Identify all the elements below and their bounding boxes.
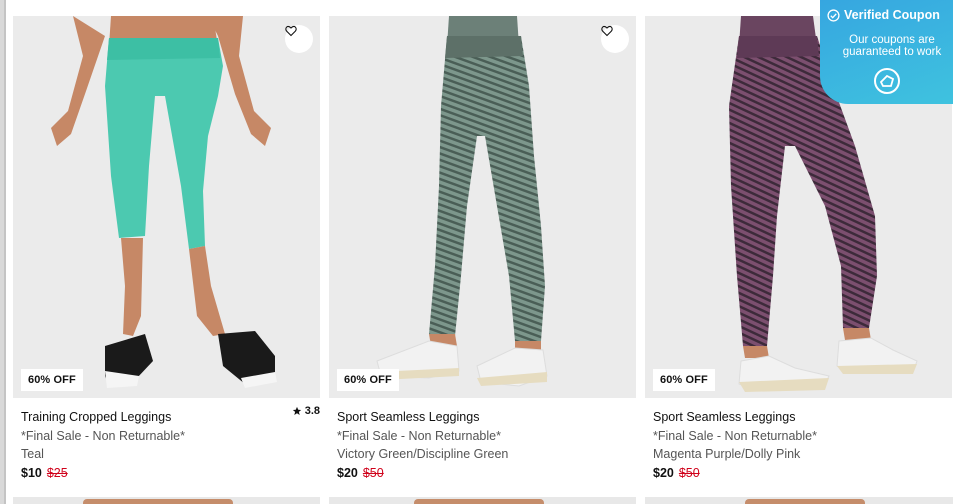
original-price: $50 [678, 465, 700, 480]
verified-coupon-popup[interactable]: Verified Coupon Our coupons are guarante… [820, 0, 953, 104]
product-card[interactable]: 60% OFF Sport Seamless Leggings *Final S… [329, 16, 636, 504]
wishlist-button[interactable] [285, 25, 313, 53]
sale-price: $20 [653, 465, 674, 480]
product-name[interactable]: Training Cropped Leggings [21, 408, 321, 427]
left-edge-scrollbar [0, 0, 6, 504]
product-info: Sport Seamless Leggings *Final Sale - No… [653, 408, 953, 482]
product-color: Victory Green/Discipline Green [337, 447, 509, 461]
next-row-image-content [83, 499, 233, 504]
product-name[interactable]: Sport Seamless Leggings [653, 408, 953, 427]
product-note: *Final Sale - Non Returnable* [21, 428, 185, 443]
discount-badge: 60% OFF [653, 369, 715, 391]
product-card[interactable]: 60% OFF 3.8 Training Cropped Leggings *F… [13, 16, 320, 504]
product-note: *Final Sale - Non Returnable* [653, 428, 817, 443]
wishlist-button[interactable] [601, 25, 629, 53]
heart-icon [601, 25, 613, 37]
product-image[interactable]: 60% OFF [329, 16, 636, 398]
next-row-product-image[interactable] [329, 497, 636, 504]
product-note: *Final Sale - Non Returnable* [337, 428, 501, 443]
product-info: Sport Seamless Leggings *Final Sale - No… [337, 408, 637, 482]
original-price: $50 [362, 465, 384, 480]
sale-price: $20 [337, 465, 358, 480]
discount-badge: 60% OFF [337, 369, 399, 391]
coupon-title-text: Verified Coupon [844, 8, 940, 22]
product-name[interactable]: Sport Seamless Leggings [337, 408, 637, 427]
green-leggings-illustration [376, 16, 548, 387]
discount-badge: 60% OFF [21, 369, 83, 391]
coupon-title: Verified Coupon [827, 8, 940, 22]
product-image[interactable]: 60% OFF [13, 16, 320, 398]
next-row-image-content [745, 499, 865, 504]
product-info: Training Cropped Leggings *Final Sale - … [21, 408, 321, 482]
check-circle-icon [827, 8, 840, 22]
next-row-image-content [414, 499, 544, 504]
sale-price: $10 [21, 465, 42, 480]
heart-icon [285, 25, 297, 37]
product-color: Magenta Purple/Dolly Pink [653, 447, 801, 461]
coupon-message: Our coupons are guaranteed to work [842, 34, 942, 58]
teal-leggings-illustration [51, 16, 277, 388]
coupon-logo-icon[interactable] [873, 67, 901, 95]
next-row-product-image[interactable] [645, 497, 953, 504]
next-row-product-image[interactable] [13, 497, 320, 504]
original-price: $25 [46, 465, 68, 480]
product-grid: 60% OFF 3.8 Training Cropped Leggings *F… [13, 16, 953, 504]
product-color: Teal [21, 447, 44, 461]
